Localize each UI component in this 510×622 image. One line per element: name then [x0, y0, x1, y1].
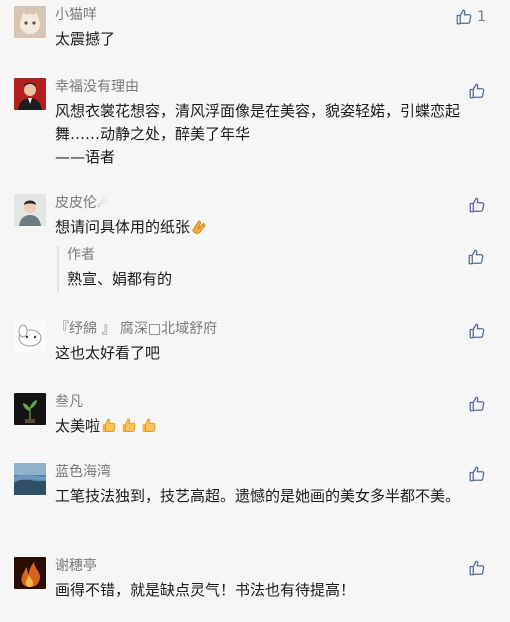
commenter-name[interactable]: 叁凡	[55, 393, 83, 411]
thumbs-up-icon	[468, 322, 486, 340]
reply-text: 熟宣、娟都有的	[67, 270, 173, 288]
commenter-name[interactable]: 『纾綿 』 腐深□北域舒府	[55, 320, 217, 338]
thumbs-up-icon	[468, 82, 486, 100]
comment-text: 工笔技法独到，技艺高超。遗憾的是她画的美女多半都不美。	[55, 487, 461, 505]
like-button[interactable]	[468, 320, 486, 342]
thumbs-up-emoji-icon	[140, 416, 158, 434]
comment-text-body: 风想衣裳花想容，清风浮面像是在美容，貌姿轻婼，引蝶恋起舞……动静之处，醉美了年华	[55, 102, 461, 143]
thumbs-up-emoji-group	[100, 417, 160, 435]
comment-text-body: 太美啦	[55, 417, 101, 435]
like-count: 1	[477, 9, 486, 25]
comment-text: 太震撼了	[55, 30, 116, 48]
clap-emoji-icon	[190, 217, 208, 235]
plant-avatar-icon[interactable]	[14, 393, 46, 425]
fire-avatar-icon[interactable]	[14, 557, 46, 589]
commenter-name[interactable]: 小猫咩	[55, 6, 97, 24]
comment-text-body: 想请问具体用的纸张	[55, 218, 191, 236]
man-portrait-avatar-icon[interactable]	[14, 78, 46, 110]
like-button[interactable]	[468, 393, 486, 415]
thumbs-up-icon	[468, 395, 486, 413]
commenter-name[interactable]: 皮皮伦☄	[55, 194, 108, 212]
seascape-avatar-icon[interactable]	[14, 463, 46, 495]
like-button[interactable]: 1	[455, 6, 486, 28]
commenter-name-text: 皮皮伦	[55, 195, 97, 211]
cartoon-dog-avatar-icon[interactable]	[14, 320, 46, 352]
reply-author: 作者	[67, 247, 95, 263]
reply-like-button[interactable]	[467, 246, 485, 268]
like-button[interactable]	[468, 557, 486, 579]
commenter-name[interactable]: 蓝色海湾	[55, 463, 111, 481]
commenter-name[interactable]: 幸福没有理由	[55, 78, 139, 96]
thumbs-up-emoji-icon	[120, 416, 138, 434]
commenter-name[interactable]: 谢穗亭	[55, 557, 97, 575]
like-button[interactable]	[468, 194, 486, 216]
pipe-emoji-icon: ☄	[97, 196, 108, 210]
comment-text: 想请问具体用的纸张	[55, 216, 475, 239]
like-button[interactable]	[468, 80, 486, 102]
thumbs-up-emoji-icon	[100, 416, 118, 434]
comment-text: 风想衣裳花想容，清风浮面像是在美容，貌姿轻婼，引蝶恋起舞……动静之处，醉美了年华…	[55, 100, 460, 169]
like-button[interactable]	[468, 463, 486, 485]
author-reply: 作者 熟宣、娟都有的	[57, 246, 497, 292]
cat-avatar-icon[interactable]	[14, 6, 46, 38]
thumbs-up-icon	[467, 248, 485, 266]
thumbs-up-icon	[468, 559, 486, 577]
thumbs-up-icon	[468, 196, 486, 214]
comment-text: 这也太好看了吧	[55, 344, 161, 362]
comment-text: 太美啦	[55, 415, 475, 438]
thumbs-up-icon	[468, 465, 486, 483]
boy-portrait-avatar-icon[interactable]	[14, 194, 46, 226]
comment-text: 画得不错，就是缺点灵气！书法也有待提高！	[55, 581, 356, 599]
thumbs-up-icon	[455, 8, 473, 26]
comment-text-signature: ——语者	[55, 148, 116, 166]
